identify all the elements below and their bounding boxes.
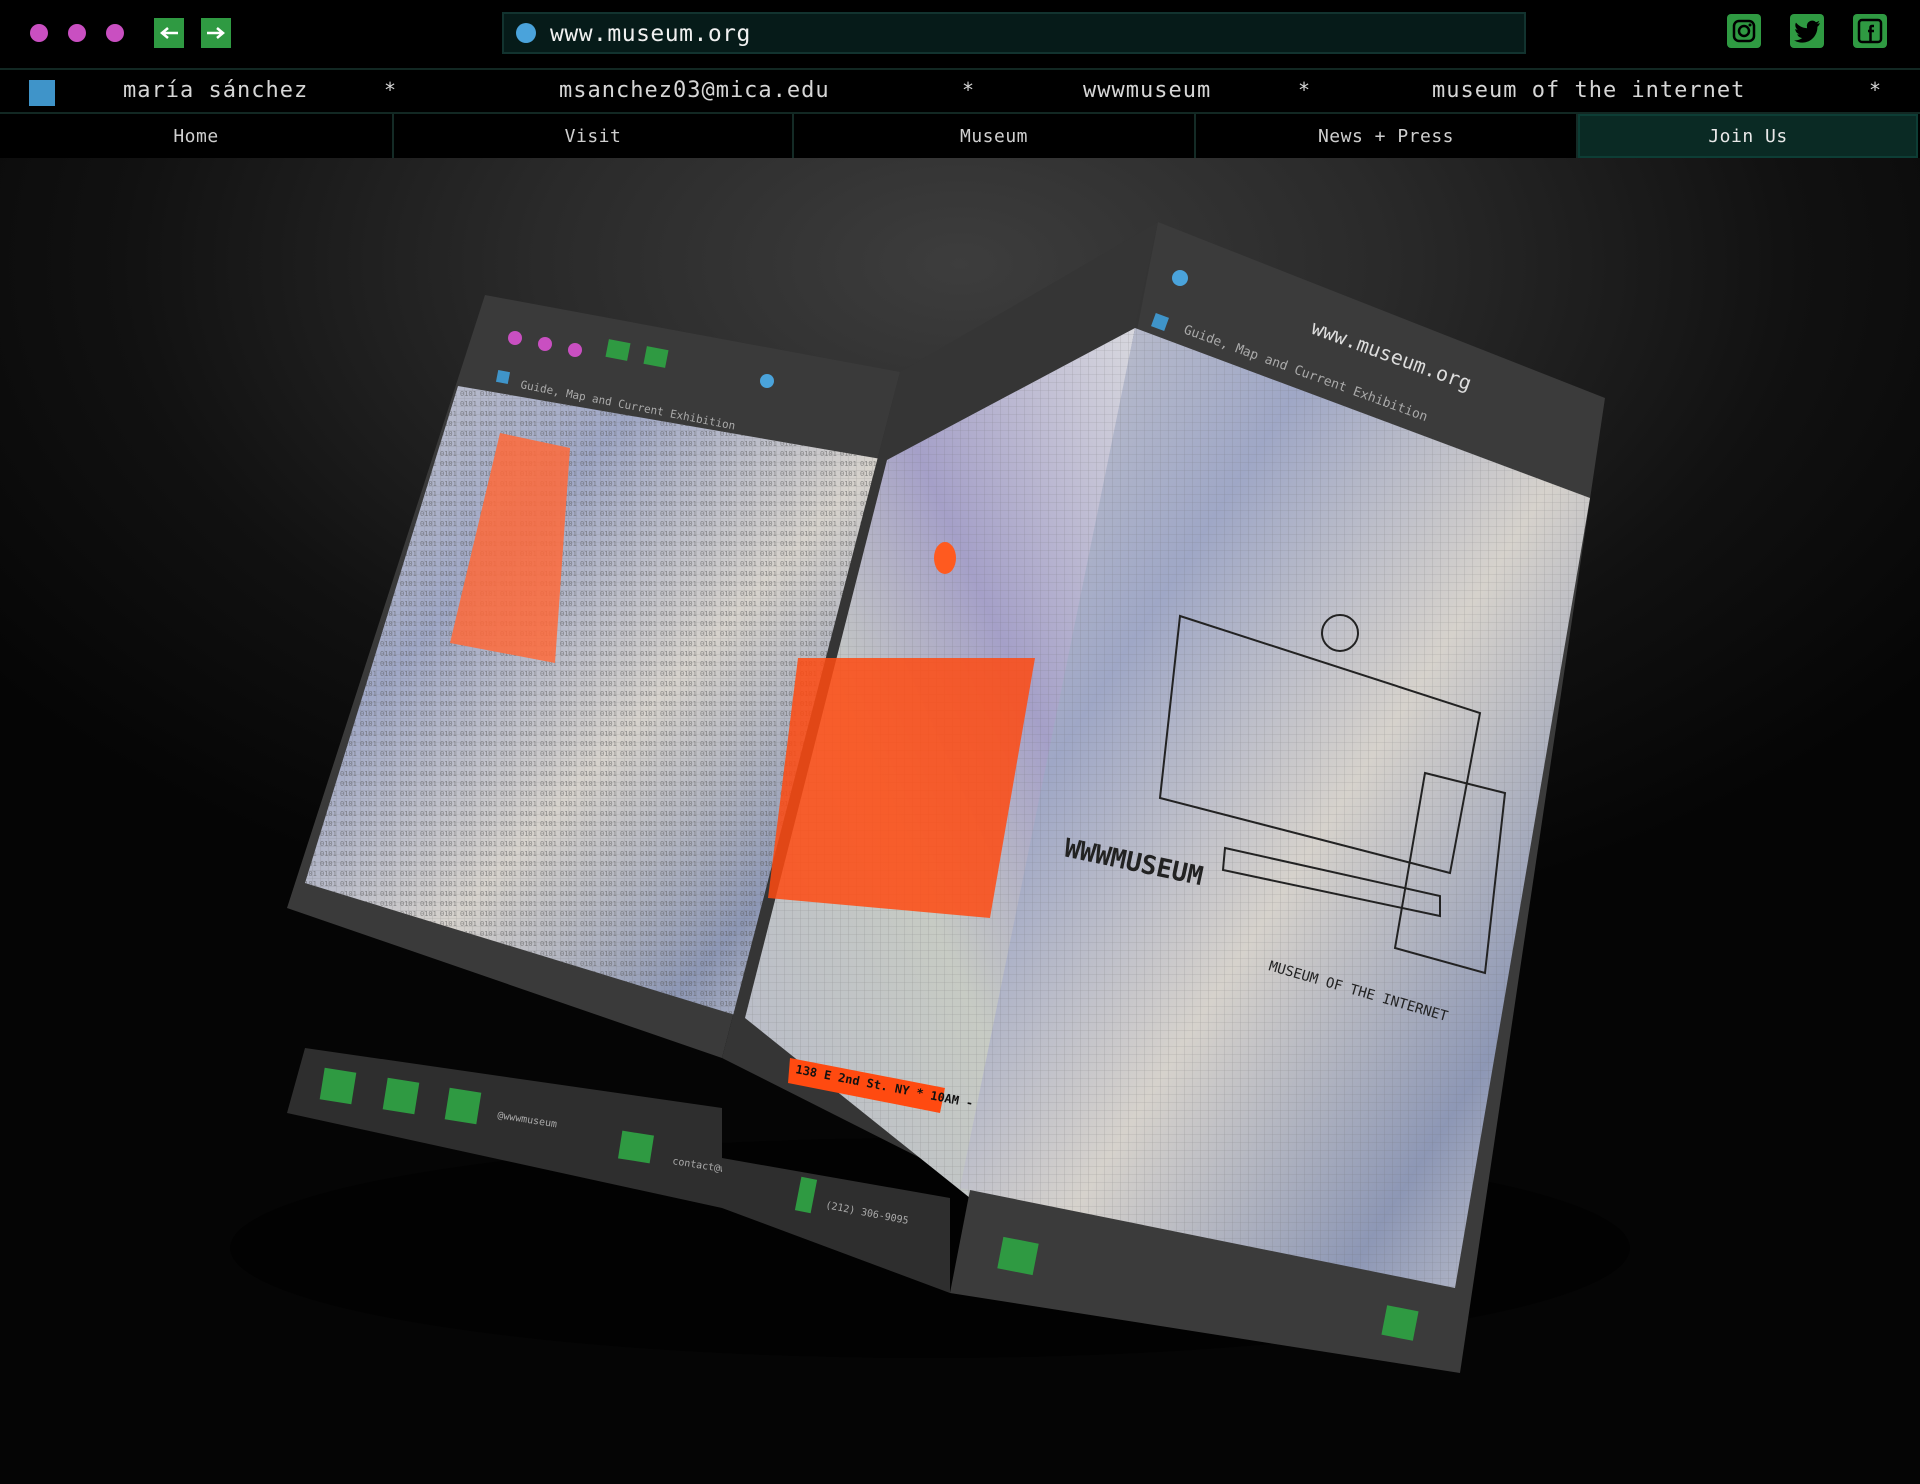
brochure-twitter-icon: [382, 1077, 420, 1115]
museum-tagline: museum of the internet: [1432, 78, 1746, 103]
brochure-forward-button-icon: [1381, 1305, 1419, 1341]
tab-visit[interactable]: Visit: [394, 114, 794, 158]
instagram-button[interactable]: [1727, 14, 1761, 48]
forward-button[interactable]: [201, 18, 231, 48]
author-email[interactable]: msanchez03@mica.edu: [559, 78, 830, 103]
separator-star: *: [962, 78, 975, 102]
hero-stage: 0101 Guide, Map and Current Exhibition: [0, 158, 1920, 1484]
back-button[interactable]: [154, 18, 184, 48]
separator-star: *: [1298, 78, 1311, 102]
brochure-dot-icon: [508, 331, 522, 345]
separator-star: *: [1869, 78, 1882, 102]
brochure-instagram-icon: [319, 1067, 357, 1105]
main-nav: Home Visit Museum News + Press Join Us: [0, 114, 1920, 158]
window-minimize-dot[interactable]: [68, 24, 86, 42]
brochure-mail-icon: [618, 1130, 654, 1164]
instagram-icon: [1732, 19, 1756, 43]
tab-news-press[interactable]: News + Press: [1196, 114, 1578, 158]
tab-home[interactable]: Home: [0, 114, 394, 158]
brochure-dot-icon: [568, 343, 582, 357]
tab-museum[interactable]: Museum: [794, 114, 1196, 158]
browser-top-bar: www.museum.org: [0, 0, 1920, 68]
brochure-back-button-icon: [997, 1236, 1039, 1276]
museum-handle: wwwmuseum: [1083, 78, 1212, 103]
brochure-mockup: 0101 Guide, Map and Current Exhibition: [230, 222, 1630, 1373]
facebook-icon: [1857, 18, 1883, 44]
facebook-button[interactable]: [1853, 14, 1887, 48]
separator-star: *: [384, 78, 397, 102]
url-text: www.museum.org: [550, 21, 751, 47]
window-maximize-dot[interactable]: [106, 24, 124, 42]
arrow-left-icon: [160, 27, 178, 39]
blue-square-icon: [29, 80, 55, 106]
arrow-right-icon: [207, 27, 225, 39]
brochure-dot-icon: [538, 337, 552, 351]
twitter-button[interactable]: [1790, 14, 1824, 48]
info-strip: maría sánchez * msanchez03@mica.edu * ww…: [0, 68, 1920, 114]
brochure-globe-icon: [760, 374, 774, 388]
window-close-dot[interactable]: [30, 24, 48, 42]
address-bar[interactable]: www.museum.org: [502, 12, 1526, 54]
twitter-icon: [1794, 20, 1820, 43]
brochure-facebook-icon: [444, 1087, 482, 1125]
author-name: maría sánchez: [123, 78, 309, 103]
globe-icon: [516, 23, 536, 43]
tab-join-us[interactable]: Join Us: [1578, 114, 1918, 158]
brochure-globe-icon: [1172, 270, 1188, 286]
